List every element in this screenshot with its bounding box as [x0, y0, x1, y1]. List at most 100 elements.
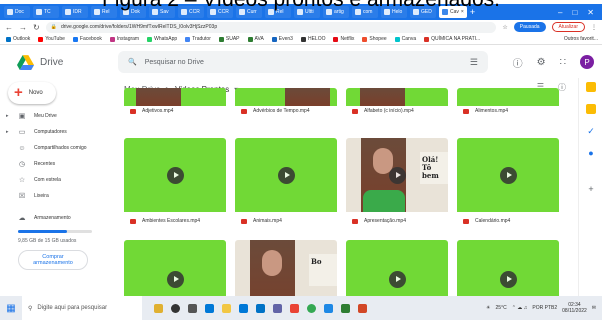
- sidebar-item[interactable]: ◷ Recentes: [0, 157, 118, 171]
- file-card[interactable]: Animais.mp4: [235, 138, 337, 228]
- excel-icon[interactable]: [341, 303, 350, 313]
- keep-icon[interactable]: [586, 104, 596, 114]
- play-icon[interactable]: [167, 167, 184, 184]
- file-card[interactable]: Olá! Tô bem Apresentação.mp4: [346, 138, 448, 228]
- store-icon[interactable]: [239, 303, 248, 313]
- file-card[interactable]: Bo: [235, 240, 337, 296]
- star-bookmark-icon[interactable]: ☆: [502, 24, 507, 31]
- taskbar-search-input[interactable]: ⚲ Digite aqui para pesquisar: [22, 296, 142, 320]
- expand-arrow-icon[interactable]: ▸: [6, 113, 10, 119]
- sidebar-item[interactable]: ☆ Com estrela: [0, 173, 118, 187]
- bookmark-item[interactable]: Even3: [271, 36, 293, 42]
- office-icon[interactable]: [290, 303, 299, 313]
- bookmark-item[interactable]: WhatsApp: [147, 36, 177, 42]
- play-icon[interactable]: [500, 167, 517, 184]
- buy-storage-button[interactable]: Comprar armazenamento: [18, 250, 88, 270]
- forward-icon[interactable]: →: [19, 23, 27, 32]
- notifications-icon[interactable]: ✉: [592, 305, 596, 311]
- add-addon-icon[interactable]: +: [586, 184, 596, 194]
- play-icon[interactable]: [389, 167, 406, 184]
- sidebar-item[interactable]: ☒ Lixeira: [0, 189, 118, 203]
- bookmark-item[interactable]: AVA: [247, 36, 264, 42]
- play-icon[interactable]: [389, 271, 406, 288]
- file-name: Alimentos.mp4: [475, 108, 509, 114]
- back-icon[interactable]: ←: [5, 23, 13, 32]
- bookmark-item[interactable]: YouTube: [38, 36, 65, 42]
- clock[interactable]: 02:34 08/11/2022: [562, 302, 587, 314]
- video-thumbnail[interactable]: Bo: [235, 240, 337, 296]
- computer-icon: ▭: [18, 129, 26, 136]
- video-thumbnail[interactable]: [346, 240, 448, 296]
- file-card[interactable]: Advérbios de Tempo.mp4: [235, 88, 337, 118]
- video-thumbnail[interactable]: [124, 138, 226, 212]
- play-icon[interactable]: [167, 271, 184, 288]
- calendar-icon[interactable]: [586, 82, 596, 92]
- file-card[interactable]: Alfabeto (c início).mp4: [346, 88, 448, 118]
- video-thumbnail[interactable]: [457, 138, 559, 212]
- chrome-icon[interactable]: [307, 303, 316, 313]
- new-button[interactable]: + Novo: [8, 82, 56, 104]
- windows-start-icon[interactable]: ▦: [0, 303, 22, 314]
- video-thumbnail[interactable]: [457, 240, 559, 296]
- edge-icon[interactable]: [205, 303, 214, 313]
- tasks-icon[interactable]: ✓: [586, 126, 596, 136]
- profile-button[interactable]: Pausada: [513, 22, 546, 32]
- bookmark-item[interactable]: HELOO: [300, 36, 325, 42]
- settings-icon[interactable]: ⚙: [537, 57, 546, 68]
- sidebar-item[interactable]: ☺ Compartilhados comigo: [0, 141, 118, 155]
- sidebar-item[interactable]: ▸ ▣ Meu Drive: [0, 109, 118, 123]
- video-thumbnail[interactable]: [124, 240, 226, 296]
- sidebar-item[interactable]: ▸ ▭ Computadores: [0, 125, 118, 139]
- update-button[interactable]: Atualizar: [551, 22, 585, 32]
- bookmark-item[interactable]: Canva: [394, 36, 416, 42]
- language-indicator[interactable]: POR PTB2: [532, 305, 557, 311]
- video-thumbnail[interactable]: [235, 138, 337, 212]
- cortana-icon[interactable]: [171, 303, 180, 313]
- mail-icon[interactable]: [256, 303, 265, 313]
- other-bookmarks[interactable]: Outros favorit...: [564, 36, 602, 42]
- bookmark-item[interactable]: QUÍMICA NA PRATI...: [424, 36, 480, 42]
- search-icon: 🔍: [128, 59, 137, 66]
- avatar[interactable]: P: [580, 55, 594, 69]
- menu-icon[interactable]: ⋮: [591, 24, 597, 31]
- task-view-icon[interactable]: [188, 303, 197, 313]
- user-icon[interactable]: [154, 303, 163, 313]
- presenter-shirt: [363, 190, 405, 212]
- trash-icon: ☒: [18, 193, 26, 200]
- explorer-icon[interactable]: [222, 303, 231, 313]
- url-field[interactable]: 🔒 drive.google.com/drive/folders/1WH9mfT…: [45, 21, 497, 33]
- drive-search-input[interactable]: 🔍 Pesquisar no Drive ☰: [118, 51, 488, 73]
- bookmark-item[interactable]: Instagram: [109, 36, 139, 42]
- video-thumbnail[interactable]: Olá! Tô bem: [346, 138, 448, 212]
- file-card[interactable]: [124, 240, 226, 296]
- bookmark-favicon-icon: [185, 36, 191, 42]
- bookmark-item[interactable]: Netflix: [333, 36, 354, 42]
- apps-grid-icon[interactable]: ∷: [560, 57, 566, 68]
- file-card[interactable]: [457, 240, 559, 296]
- expand-arrow-icon[interactable]: ▸: [6, 129, 10, 135]
- file-card[interactable]: Ambientes Escolares.mp4: [124, 138, 226, 228]
- search-options-icon[interactable]: ☰: [470, 57, 478, 68]
- info-icon[interactable]: ⓘ: [558, 82, 566, 93]
- bookmark-item[interactable]: SUAP: [218, 36, 240, 42]
- file-card[interactable]: Adjetivos.mp4: [124, 88, 226, 118]
- help-icon[interactable]: ⓘ: [513, 55, 523, 70]
- teams-icon[interactable]: [273, 303, 282, 313]
- video-file-icon: [130, 108, 136, 114]
- tray-icons[interactable]: ⌃ ☁ ♫: [512, 305, 528, 311]
- drive-logo[interactable]: Drive: [0, 54, 118, 70]
- contacts-icon[interactable]: ●: [586, 148, 596, 158]
- bookmark-item[interactable]: Tradutor: [185, 36, 211, 42]
- powerpoint-icon[interactable]: [358, 303, 367, 313]
- bookmark-item[interactable]: Facebook: [72, 36, 102, 42]
- sidebar-item[interactable]: ☁ Armazenamento: [0, 211, 118, 225]
- file-card[interactable]: [346, 240, 448, 296]
- bookmark-item[interactable]: Outlook: [6, 36, 30, 42]
- reload-icon[interactable]: ↻: [33, 23, 40, 32]
- word-icon[interactable]: [324, 303, 333, 313]
- play-icon[interactable]: [500, 271, 517, 288]
- bookmark-item[interactable]: Shopee: [362, 36, 387, 42]
- file-card[interactable]: Calendário.mp4: [457, 138, 559, 228]
- file-card[interactable]: Alimentos.mp4: [457, 88, 559, 118]
- play-icon[interactable]: [278, 167, 295, 184]
